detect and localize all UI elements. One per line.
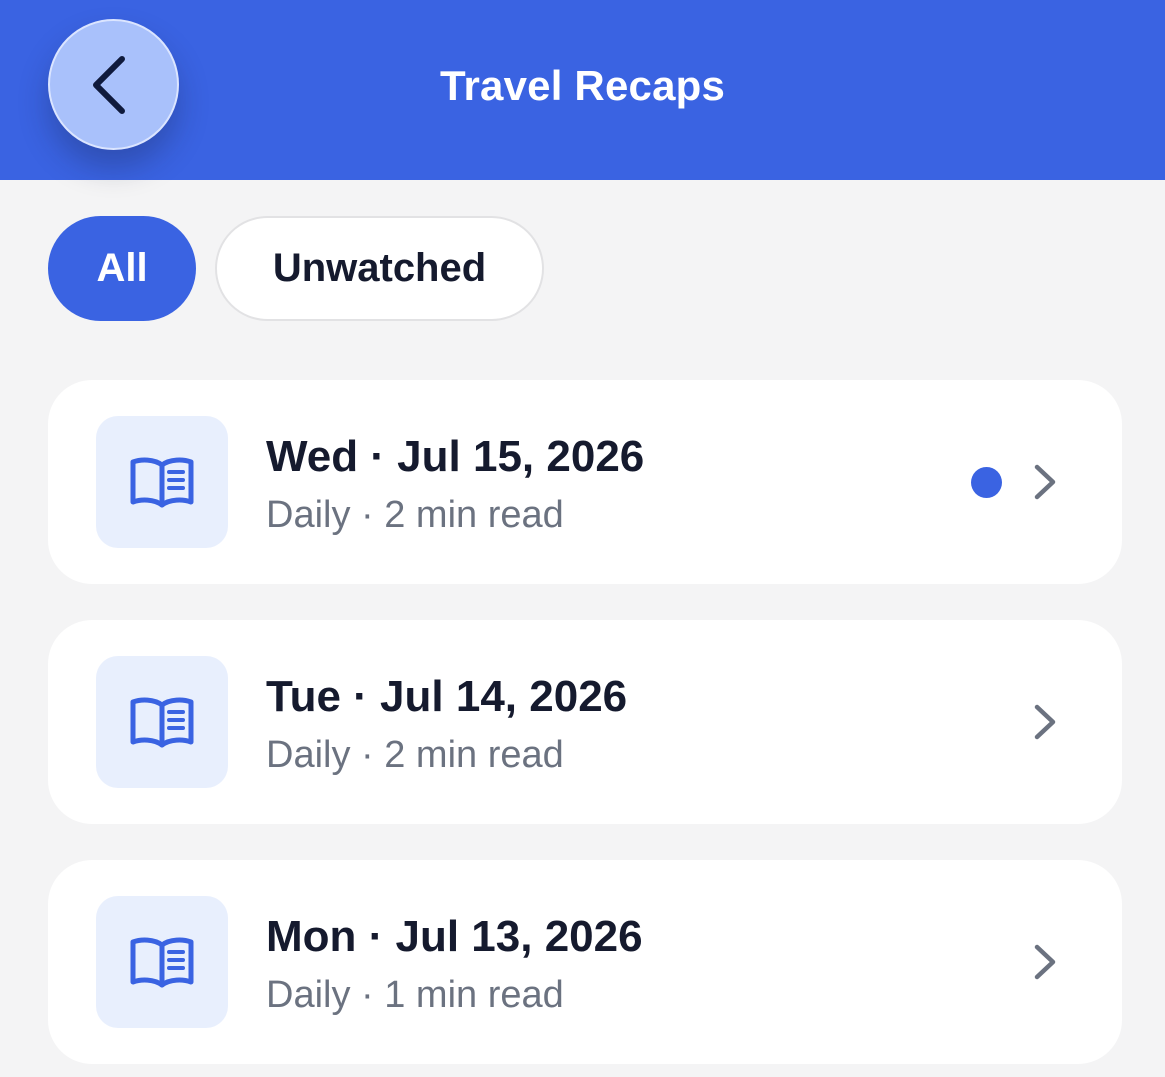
recap-card[interactable]: Mon · Jul 13, 2026 Daily · 1 min read — [48, 860, 1122, 1064]
chevron-right-icon — [1034, 464, 1056, 500]
recap-title: Mon · Jul 13, 2026 — [266, 912, 643, 961]
recap-title: Tue · Jul 14, 2026 — [266, 672, 628, 721]
page-title: Travel Recaps — [439, 62, 726, 109]
unread-indicator — [971, 467, 1002, 498]
chevron-right-icon — [1034, 704, 1056, 740]
recap-card[interactable]: Wed · Jul 15, 2026 Daily · 2 min read — [48, 380, 1122, 584]
recap-subtitle: Daily · 2 min read — [266, 494, 564, 536]
book-icon — [130, 697, 194, 748]
recap-card[interactable]: Tue · Jul 14, 2026 Daily · 2 min read — [48, 620, 1122, 824]
recap-icon-tile — [96, 896, 228, 1028]
chevron-right-icon — [1034, 944, 1056, 980]
recap-icon-tile — [96, 416, 228, 548]
recap-icon-tile — [96, 656, 228, 788]
filter-all-button[interactable]: All — [48, 216, 196, 321]
book-icon — [130, 457, 194, 508]
recap-title: Wed · Jul 15, 2026 — [266, 432, 645, 481]
app-header: Travel Recaps — [0, 0, 1165, 180]
recap-subtitle: Daily · 1 min read — [266, 974, 564, 1016]
recap-subtitle: Daily · 2 min read — [266, 734, 564, 776]
book-icon — [130, 937, 194, 988]
filter-unwatched-button[interactable]: Unwatched — [215, 216, 544, 321]
